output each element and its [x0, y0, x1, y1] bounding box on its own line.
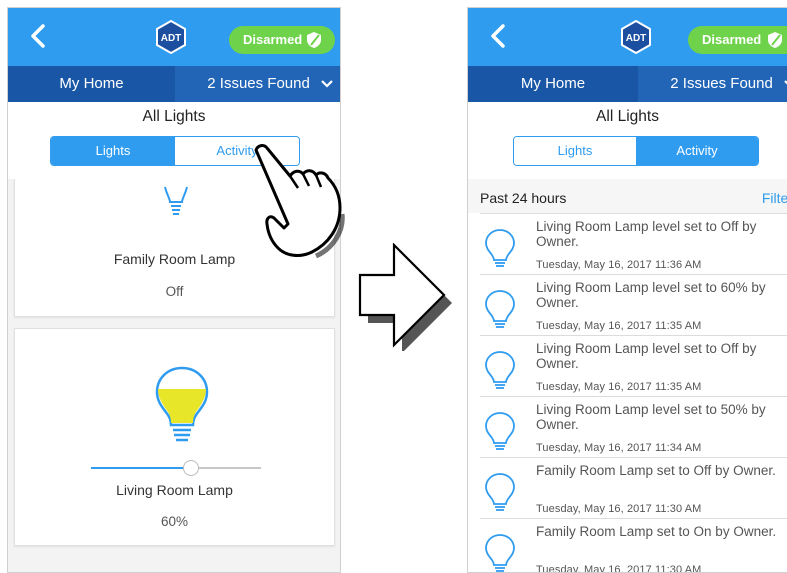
lightbulb-icon	[485, 534, 515, 572]
activity-header: Past 24 hours Filter	[468, 179, 787, 213]
slider-thumb[interactable]	[183, 460, 199, 476]
lightbulb-icon	[485, 412, 515, 450]
filter-button[interactable]: Filter	[762, 190, 787, 206]
light-card-living-room[interactable]: Living Room Lamp 60%	[14, 328, 335, 546]
my-home-tab[interactable]: My Home	[468, 66, 638, 102]
tab-lights[interactable]: Lights	[514, 137, 636, 165]
activity-list: Living Room Lamp level set to Off by Own…	[480, 213, 787, 573]
activity-text: Living Room Lamp level set to 60% by Own…	[536, 280, 766, 310]
page-title: All Lights	[142, 108, 206, 125]
my-home-label: My Home	[520, 75, 586, 92]
security-status-button[interactable]: Disarmed	[229, 26, 335, 54]
chevron-down-icon	[321, 80, 333, 88]
activity-panel: Past 24 hours Filter Living Room Lamp le…	[468, 179, 787, 572]
page-title: All Lights	[596, 108, 659, 125]
activity-item[interactable]: Family Room Lamp set to On by Owner. Tues…	[480, 518, 787, 573]
adt-logo-icon: ADT	[156, 20, 186, 54]
security-status-button[interactable]: Disarmed	[688, 26, 787, 54]
activity-timestamp: Tuesday, May 16, 2017 11:35 AM	[536, 381, 702, 393]
issues-dropdown[interactable]: 2 Issues Found	[638, 66, 787, 102]
activity-item[interactable]: Living Room Lamp level set to 50% by Own…	[480, 396, 787, 457]
top-bar: ADT Disarmed	[8, 8, 340, 66]
nav-row: My Home 2 Issues Found	[468, 66, 787, 102]
light-state: 60%	[160, 514, 189, 529]
transition-arrow-icon	[358, 243, 452, 351]
activity-timestamp: Tuesday, May 16, 2017 11:36 AM	[536, 259, 702, 271]
time-range-label: Past 24 hours	[480, 190, 567, 206]
adt-logo-text: ADT	[626, 33, 647, 44]
activity-text: Living Room Lamp level set to 50% by Own…	[536, 402, 766, 432]
issues-label: 2 Issues Found	[670, 75, 773, 92]
activity-text: Living Room Lamp level set to Off by Own…	[536, 341, 757, 371]
chevron-down-icon	[784, 80, 787, 85]
my-home-tab[interactable]: My Home	[8, 66, 175, 102]
my-home-label: My Home	[59, 75, 124, 92]
light-state: Off	[165, 284, 184, 299]
activity-item[interactable]: Living Room Lamp level set to Off by Own…	[480, 335, 787, 396]
back-chevron-icon[interactable]	[486, 22, 512, 50]
screen-before: ADT Disarmed My Home 2 Issues Found All …	[7, 7, 341, 573]
nav-row: My Home 2 Issues Found	[8, 66, 340, 102]
activity-timestamp: Tuesday, May 16, 2017 11:34 AM	[536, 442, 702, 454]
issues-dropdown[interactable]: 2 Issues Found	[175, 66, 340, 102]
slider-track-filled	[91, 467, 191, 469]
back-chevron-icon[interactable]	[26, 22, 52, 50]
activity-item[interactable]: Living Room Lamp level set to 60% by Own…	[480, 274, 787, 335]
lightbulb-icon	[485, 290, 515, 328]
tab-activity[interactable]: Activity	[636, 137, 758, 165]
view-toggle: Lights Activity	[513, 136, 759, 166]
lightbulb-icon	[485, 351, 515, 389]
lightbulb-off-icon	[164, 186, 188, 215]
activity-item[interactable]: Living Room Lamp level set to Off by Own…	[480, 213, 787, 274]
shield-icon	[307, 32, 321, 48]
status-label: Disarmed	[243, 32, 303, 47]
top-bar: ADT Disarmed	[468, 8, 787, 66]
activity-text: Family Room Lamp set to Off by Owner.	[536, 463, 776, 478]
activity-timestamp: Tuesday, May 16, 2017 11:35 AM	[536, 320, 702, 332]
activity-timestamp: Tuesday, May 16, 2017 11:30 AM	[536, 564, 702, 573]
lightbulb-icon	[485, 229, 515, 267]
dimmer-slider[interactable]	[91, 460, 261, 476]
tab-lights[interactable]: Lights	[51, 137, 175, 165]
activity-text: Living Room Lamp level set to Off by Own…	[536, 219, 757, 249]
light-name: Living Room Lamp	[116, 482, 233, 498]
issues-label: 2 Issues Found	[207, 75, 310, 92]
adt-logo-icon: ADT	[621, 20, 651, 54]
status-label: Disarmed	[702, 32, 762, 47]
page-header: All Lights Lights Activity	[468, 102, 787, 179]
activity-text: Family Room Lamp set to On by Owner.	[536, 524, 777, 539]
screen-after: ADT Disarmed My Home 2 Issues Found All …	[467, 7, 787, 573]
slider-track-empty	[191, 467, 261, 469]
lightbulb-on-icon	[155, 366, 209, 442]
lightbulb-icon	[485, 473, 515, 511]
activity-item[interactable]: Family Room Lamp set to Off by Owner. Tue…	[480, 457, 787, 518]
adt-logo-text: ADT	[161, 33, 182, 44]
activity-timestamp: Tuesday, May 16, 2017 11:30 AM	[536, 503, 702, 515]
shield-icon	[768, 32, 782, 48]
tap-gesture-hand-icon	[254, 144, 345, 258]
